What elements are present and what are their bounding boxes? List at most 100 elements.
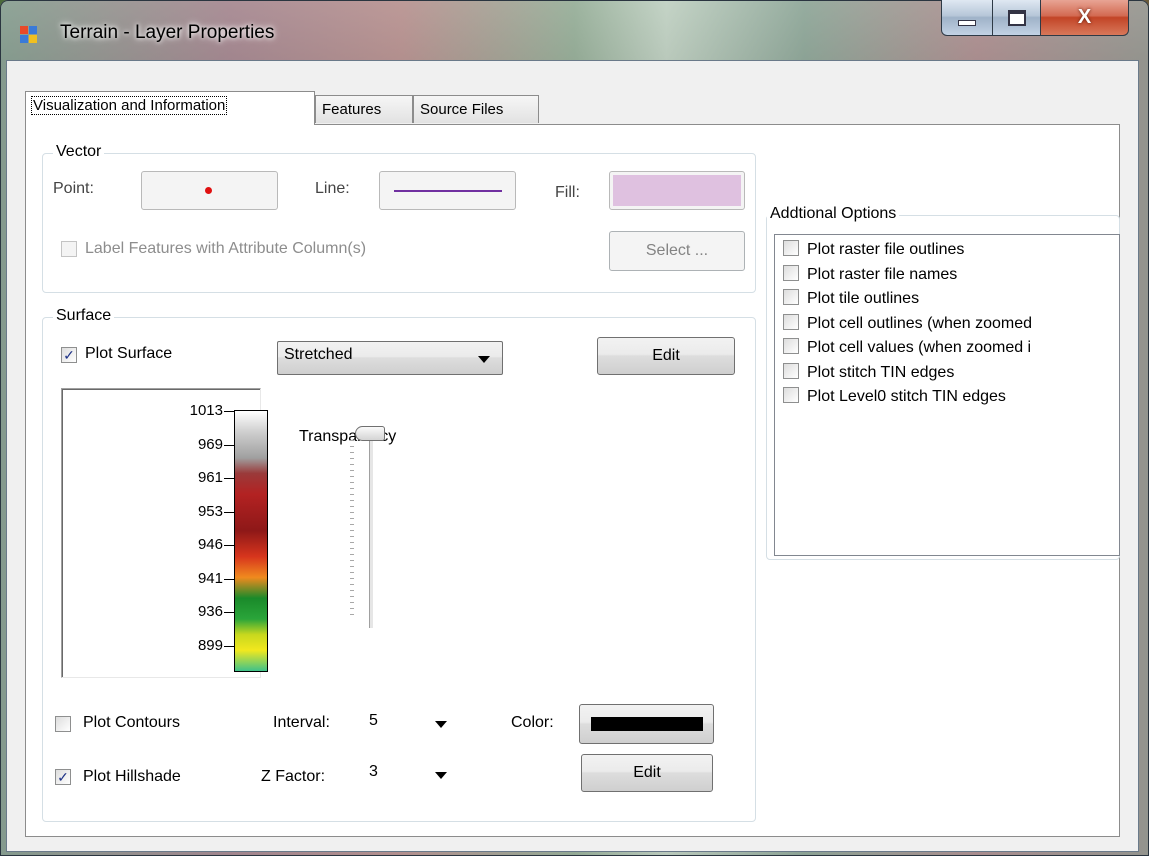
layer-properties-window: Terrain - Layer Properties X Visualizati… bbox=[0, 0, 1149, 856]
option-item[interactable]: Plot cell outlines (when zoomed bbox=[783, 313, 1033, 338]
option-checkbox[interactable] bbox=[783, 338, 799, 354]
transparency-slider-track[interactable] bbox=[369, 438, 374, 628]
tab-label: Visualization and Information bbox=[30, 96, 228, 115]
plot-hillshade-label: Plot Hillshade bbox=[83, 768, 181, 785]
zfactor-label: Z Factor: bbox=[261, 768, 326, 785]
legend-tick-label: 961 bbox=[197, 469, 223, 486]
interval-label: Interval: bbox=[273, 714, 330, 731]
tab-source-files[interactable]: Source Files bbox=[413, 95, 539, 123]
slider-tick bbox=[350, 452, 354, 453]
option-label: Plot raster file names bbox=[807, 265, 958, 283]
contour-color-label: Color: bbox=[511, 714, 554, 731]
option-item[interactable]: Plot raster file outlines bbox=[783, 240, 964, 264]
legend-tick-mark bbox=[224, 411, 234, 412]
option-checkbox[interactable] bbox=[783, 289, 799, 305]
select-columns-button[interactable]: Select ... bbox=[609, 231, 745, 271]
slider-tick bbox=[350, 458, 354, 459]
slider-tick bbox=[350, 476, 354, 477]
surface-group: Surface ✓ Plot Surface Stretched Edit Tr… bbox=[42, 307, 756, 822]
hillshade-edit-button[interactable]: Edit bbox=[581, 754, 713, 792]
edit-button-label: Edit bbox=[633, 764, 661, 781]
close-button[interactable]: X bbox=[1041, 0, 1129, 36]
slider-tick bbox=[350, 560, 354, 561]
option-checkbox[interactable] bbox=[783, 387, 799, 403]
surface-edit-button[interactable]: Edit bbox=[597, 337, 735, 375]
option-item[interactable]: Plot cell values (when zoomed i bbox=[783, 338, 1031, 362]
label-features-label: Label Features with Attribute Column(s) bbox=[85, 240, 367, 257]
render-mode-select[interactable]: Stretched bbox=[277, 341, 503, 375]
checkmark-icon: ✓ bbox=[63, 347, 75, 363]
chevron-down-icon bbox=[478, 356, 490, 363]
zfactor-select[interactable]: 3 bbox=[365, 763, 455, 787]
additional-options-title: Addtional Options bbox=[767, 205, 900, 223]
maximize-button[interactable] bbox=[993, 0, 1041, 36]
legend-tick-label: 953 bbox=[197, 503, 223, 520]
slider-tick bbox=[350, 530, 354, 531]
line-label: Line: bbox=[315, 180, 350, 197]
slider-tick bbox=[350, 446, 354, 447]
dialog-client-area: Visualization and Information Features S… bbox=[6, 60, 1139, 852]
slider-tick bbox=[350, 542, 354, 543]
legend-tick-label: 969 bbox=[197, 436, 223, 453]
option-label: Plot Level0 stitch TIN edges bbox=[807, 388, 1006, 405]
option-checkbox[interactable] bbox=[783, 362, 799, 379]
slider-tick bbox=[350, 566, 354, 567]
zfactor-value: 3 bbox=[369, 763, 378, 780]
slider-tick bbox=[350, 494, 354, 495]
slider-tick bbox=[350, 572, 354, 573]
slider-tick bbox=[350, 590, 354, 591]
slider-tick bbox=[350, 554, 354, 555]
interval-value: 5 bbox=[369, 712, 378, 729]
legend-tick-mark bbox=[224, 478, 234, 479]
plot-contours-label: Plot Contours bbox=[83, 714, 180, 731]
transparency-slider-thumb[interactable] bbox=[355, 426, 385, 441]
plot-surface-checkbox[interactable]: ✓ bbox=[61, 347, 77, 363]
legend-tick-label: 899 bbox=[197, 637, 223, 654]
legend-tick-label: 936 bbox=[197, 603, 223, 620]
title-bar[interactable]: Terrain - Layer Properties X bbox=[0, 0, 1149, 60]
slider-tick bbox=[350, 536, 354, 537]
layer-properties-icon bbox=[20, 26, 38, 44]
slider-tick bbox=[350, 548, 354, 549]
tab-label: Features bbox=[322, 101, 382, 118]
color-ramp-bar bbox=[234, 410, 268, 672]
point-marker bbox=[205, 187, 212, 194]
option-checkbox[interactable] bbox=[783, 264, 799, 281]
option-label: Plot raster file outlines bbox=[807, 241, 965, 258]
label-features-checkbox[interactable] bbox=[61, 241, 77, 257]
option-item[interactable]: Plot raster file names bbox=[783, 264, 958, 289]
legend-tick-mark bbox=[224, 612, 234, 613]
vector-group-title: Vector bbox=[53, 143, 105, 161]
option-item[interactable]: Plot stitch TIN edges bbox=[783, 362, 955, 387]
fill-style-swatch[interactable] bbox=[609, 171, 745, 210]
option-checkbox[interactable] bbox=[783, 240, 799, 256]
slider-tick bbox=[350, 596, 354, 597]
plot-hillshade-checkbox[interactable]: ✓ bbox=[55, 769, 71, 785]
interval-select[interactable]: 5 bbox=[365, 712, 455, 736]
tab-page-visualization: Vector Point: Line: Fill: Label Features… bbox=[25, 124, 1120, 837]
maximize-icon bbox=[1007, 9, 1026, 26]
option-item[interactable]: Plot Level0 stitch TIN edges bbox=[783, 387, 1006, 411]
option-label: Plot stitch TIN edges bbox=[807, 363, 955, 381]
color-ramp-legend bbox=[61, 388, 261, 678]
slider-tick bbox=[350, 584, 354, 585]
minimize-button[interactable] bbox=[941, 0, 993, 36]
vector-group: Vector Point: Line: Fill: Label Features… bbox=[42, 143, 756, 293]
plot-contours-checkbox[interactable] bbox=[55, 716, 71, 732]
slider-tick bbox=[350, 506, 354, 507]
legend-tick-mark bbox=[224, 646, 234, 647]
contour-color-swatch bbox=[590, 717, 703, 731]
tab-visualization[interactable]: Visualization and Information bbox=[25, 91, 315, 125]
point-style-swatch[interactable] bbox=[141, 171, 278, 210]
contour-color-button[interactable] bbox=[579, 704, 714, 744]
option-label: Plot cell outlines (when zoomed bbox=[807, 314, 1033, 332]
option-checkbox[interactable] bbox=[783, 313, 799, 330]
tab-features[interactable]: Features bbox=[315, 95, 413, 123]
slider-tick bbox=[350, 614, 354, 615]
legend-tick-label: 1013 bbox=[189, 402, 223, 419]
slider-tick bbox=[350, 512, 354, 513]
slider-tick bbox=[350, 464, 354, 465]
line-style-swatch[interactable] bbox=[379, 171, 516, 210]
slider-tick bbox=[350, 488, 354, 489]
option-item[interactable]: Plot tile outlines bbox=[783, 289, 919, 313]
